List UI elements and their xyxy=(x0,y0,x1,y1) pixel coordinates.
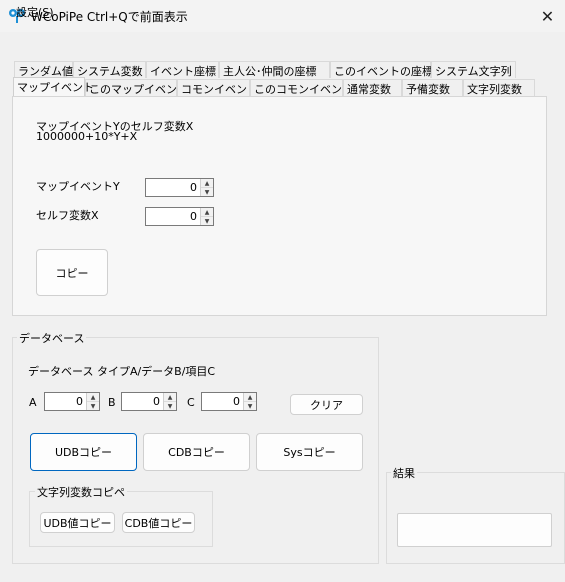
cdb-copy-button[interactable]: CDBコピー xyxy=(143,433,250,471)
spin-up-icon[interactable]: ▲ xyxy=(87,393,99,402)
spin-down-icon[interactable]: ▼ xyxy=(87,402,99,410)
spin-up-icon[interactable]: ▲ xyxy=(244,393,256,402)
self-var-stepper[interactable]: 0 ▲ ▼ xyxy=(145,207,214,226)
result-group-title: 結果 xyxy=(391,465,417,481)
event-y-value[interactable]: 0 xyxy=(146,179,200,196)
tab-map-event[interactable]: マップイベント xyxy=(13,77,94,96)
db-c-stepper[interactable]: 0 ▲ ▼ xyxy=(201,392,257,411)
menu-bar xyxy=(0,32,565,54)
clear-button[interactable]: クリア xyxy=(290,394,363,415)
tab-normal-variables[interactable]: 通常変数 xyxy=(343,79,402,96)
spin-down-icon[interactable]: ▼ xyxy=(164,402,176,410)
menu-settings-label: 設定( xyxy=(16,6,43,19)
tab-this-event-coordinates[interactable]: このイベントの座標 xyxy=(330,61,433,78)
event-y-label: マップイベントY xyxy=(36,180,120,193)
tab-this-common-event[interactable]: このコモンイベント xyxy=(250,79,353,96)
sys-copy-button[interactable]: Sysコピー xyxy=(256,433,363,471)
window-title: WCoPiPe Ctrl+Qで前面表示 xyxy=(31,10,188,24)
database-description: データベース タイプA/データB/項目C xyxy=(28,365,216,378)
db-a-stepper[interactable]: 0 ▲ ▼ xyxy=(44,392,100,411)
spin-down-icon[interactable]: ▼ xyxy=(201,188,213,196)
menu-settings-suffix: ) xyxy=(49,6,54,19)
db-b-stepper[interactable]: 0 ▲ ▼ xyxy=(121,392,177,411)
udb-copy-button[interactable]: UDBコピー xyxy=(30,433,137,471)
db-a-label: A xyxy=(29,396,37,409)
tab-this-map-event[interactable]: このマップイベント xyxy=(85,79,188,96)
tab-event-coordinates[interactable]: イベント座標 xyxy=(146,61,219,78)
db-c-value[interactable]: 0 xyxy=(202,393,243,410)
menu-settings[interactable]: 設定(S) xyxy=(16,4,54,20)
event-y-stepper[interactable]: 0 ▲ ▼ xyxy=(145,178,214,197)
db-c-label: C xyxy=(187,396,195,409)
close-button[interactable]: ✕ xyxy=(530,0,565,32)
spin-down-icon[interactable]: ▼ xyxy=(201,217,213,225)
tab-system-strings[interactable]: システム文字列 xyxy=(431,61,516,78)
tab-common-event[interactable]: コモンイベント xyxy=(177,79,258,96)
string-copy-group-title: 文字列変数コピペ xyxy=(35,484,127,500)
self-var-label: セルフ変数X xyxy=(36,209,99,222)
tab-string-variables[interactable]: 文字列変数 xyxy=(463,79,535,96)
close-icon: ✕ xyxy=(540,6,555,26)
self-var-value[interactable]: 0 xyxy=(146,208,200,225)
tab-hero-party-coordinates[interactable]: 主人公･仲間の座標 xyxy=(219,61,330,78)
udb-value-copy-button[interactable]: UDB値コピー xyxy=(40,512,115,533)
db-a-value[interactable]: 0 xyxy=(45,393,86,410)
db-b-value[interactable]: 0 xyxy=(122,393,163,410)
cdb-value-copy-button[interactable]: CDB値コピー xyxy=(122,512,195,533)
spin-up-icon[interactable]: ▲ xyxy=(201,179,213,188)
result-output[interactable] xyxy=(397,513,552,547)
db-b-label: B xyxy=(108,396,116,409)
spin-up-icon[interactable]: ▲ xyxy=(201,208,213,217)
formula-text: 1000000+10*Y+X xyxy=(36,130,138,143)
copy-button[interactable]: コピー xyxy=(36,249,108,296)
database-group-title: データベース xyxy=(17,330,87,346)
spin-up-icon[interactable]: ▲ xyxy=(164,393,176,402)
tab-system-variables[interactable]: システム変数 xyxy=(73,61,146,78)
spin-down-icon[interactable]: ▼ xyxy=(244,402,256,410)
tab-random-value[interactable]: ランダム値 xyxy=(14,61,73,78)
tab-spare-variables[interactable]: 予備変数 xyxy=(402,79,463,96)
